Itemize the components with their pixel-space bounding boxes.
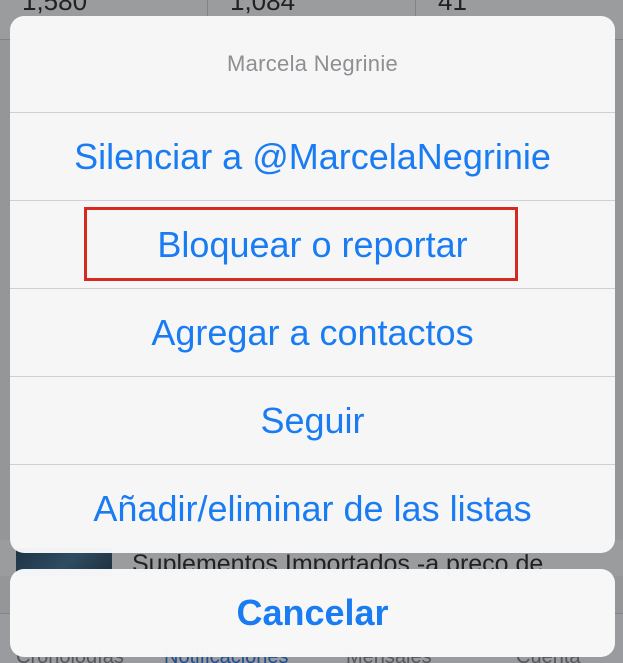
follow-button[interactable]: Seguir bbox=[10, 377, 615, 465]
add-remove-from-lists-button[interactable]: Añadir/eliminar de las listas bbox=[10, 465, 615, 553]
add-to-contacts-button[interactable]: Agregar a contactos bbox=[10, 289, 615, 377]
action-sheet-title: Marcela Negrinie bbox=[10, 16, 615, 113]
block-or-report-button[interactable]: Bloquear o reportar bbox=[10, 201, 615, 289]
mute-user-button[interactable]: Silenciar a @MarcelaNegrinie bbox=[10, 113, 615, 201]
action-sheet: Marcela Negrinie Silenciar a @MarcelaNeg… bbox=[10, 16, 615, 553]
cancel-button[interactable]: Cancelar bbox=[10, 569, 615, 657]
block-or-report-label: Bloquear o reportar bbox=[157, 223, 468, 265]
